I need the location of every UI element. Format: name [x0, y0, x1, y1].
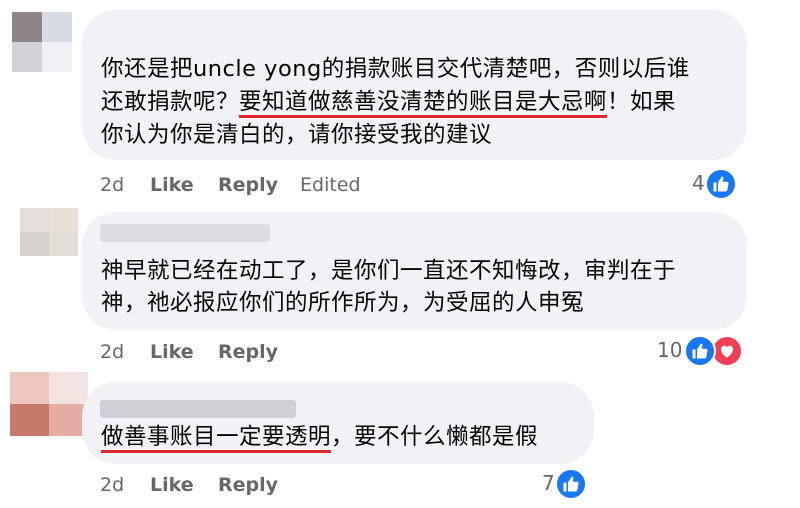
underlined-text-segment: 做善事账目一定要透明 — [101, 424, 332, 453]
like-button[interactable]: Like — [150, 341, 194, 363]
comment-timestamp[interactable]: 2d — [100, 474, 124, 496]
reply-button[interactable]: Reply — [218, 474, 278, 496]
thumbs-up-icon — [705, 168, 737, 200]
text-segment: ，要不什么懒都是假 — [331, 424, 539, 450]
comment-text-line-2: 还敢捐款呢？要知道做慈善没清楚的账目是大忌啊！如果 — [101, 86, 676, 118]
comment-text-line-3: 你认为你是清白的，请你接受我的建议 — [101, 119, 492, 151]
reply-button[interactable]: Reply — [218, 341, 278, 363]
reaction-count: 10 — [657, 338, 683, 362]
like-button[interactable]: Like — [150, 174, 194, 196]
comment-text-line-1: 做善事账目一定要透明，要不什么懒都是假 — [101, 421, 538, 453]
like-button[interactable]: Like — [150, 474, 194, 496]
avatar[interactable] — [10, 372, 88, 436]
edited-label[interactable]: Edited — [300, 174, 361, 196]
comment-timestamp[interactable]: 2d — [100, 174, 124, 196]
comment-text-line-1: 你还是把uncle yong的捐款账目交代清楚吧，否则以后谁 — [101, 53, 690, 85]
reaction-count: 7 — [542, 471, 555, 495]
thumbs-up-icon — [684, 335, 716, 367]
thumbs-up-icon — [555, 468, 587, 500]
comment-text-line-2: 神，祂必报应你们的所作所为，为受屈的人申冤 — [101, 287, 584, 319]
text-segment: 神，祂必报应你们的所作所为，为受屈的人申冤 — [101, 290, 585, 316]
avatar[interactable] — [20, 208, 78, 256]
text-segment: 还敢捐款呢？ — [101, 89, 240, 115]
comment-text-line-1: 神早就已经在动工了，是你们一直还不知悔改，审判在于 — [101, 255, 676, 287]
commenter-name-blurred[interactable] — [100, 224, 270, 242]
comment-timestamp[interactable]: 2d — [100, 341, 124, 363]
text-segment: 你还是把uncle yong的捐款账目交代清楚吧，否则以后谁 — [101, 56, 690, 82]
commenter-name-blurred[interactable] — [100, 400, 296, 418]
avatar[interactable] — [12, 12, 72, 72]
underlined-text-segment: 要知道做慈善没清楚的账目是大忌啊 — [239, 89, 608, 118]
text-segment: 神早就已经在动工了，是你们一直还不知悔改，审判在于 — [101, 258, 677, 284]
text-segment: ！如果 — [607, 89, 677, 115]
text-segment: 你认为你是清白的，请你接受我的建议 — [101, 122, 493, 148]
reaction-count: 4 — [692, 171, 705, 195]
reply-button[interactable]: Reply — [218, 174, 278, 196]
